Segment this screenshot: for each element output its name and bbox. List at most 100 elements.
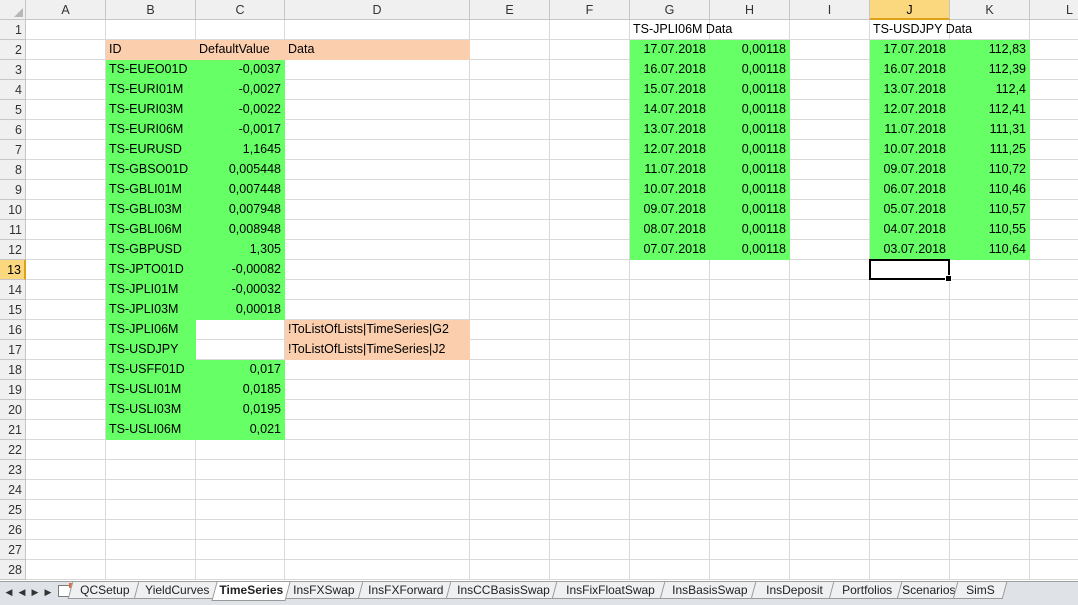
cell-e20[interactable] — [470, 400, 550, 420]
cell-c5[interactable]: -0,0022 — [196, 100, 285, 120]
cell-a19[interactable] — [26, 380, 106, 400]
row-header-15[interactable]: 15 — [0, 300, 26, 320]
cell-e26[interactable] — [470, 520, 550, 540]
cell-d20[interactable] — [285, 400, 470, 420]
sheet-tab-insfixfloatswap[interactable]: InsFixFloatSwap — [551, 582, 669, 599]
row-header-2[interactable]: 2 — [0, 40, 26, 60]
cell-g14[interactable] — [630, 280, 710, 300]
cell-h11[interactable]: 0,00118 — [710, 220, 790, 240]
cell-g12[interactable]: 07.07.2018 — [630, 240, 710, 260]
cell-d13[interactable] — [285, 260, 470, 280]
cell-c27[interactable] — [196, 540, 285, 560]
row-header-19[interactable]: 19 — [0, 380, 26, 400]
cell-d14[interactable] — [285, 280, 470, 300]
row-header-8[interactable]: 8 — [0, 160, 26, 180]
cell-e28[interactable] — [470, 560, 550, 580]
cell-k11[interactable]: 110,55 — [950, 220, 1030, 240]
cell-e13[interactable] — [470, 260, 550, 280]
cell-i16[interactable] — [790, 320, 870, 340]
row-header-12[interactable]: 12 — [0, 240, 26, 260]
select-all-corner[interactable] — [0, 0, 26, 20]
cell-h12[interactable]: 0,00118 — [710, 240, 790, 260]
cell-a7[interactable] — [26, 140, 106, 160]
cell-e14[interactable] — [470, 280, 550, 300]
cell-i15[interactable] — [790, 300, 870, 320]
row-header-14[interactable]: 14 — [0, 280, 26, 300]
cell-h17[interactable] — [710, 340, 790, 360]
cell-c28[interactable] — [196, 560, 285, 580]
cell-k4[interactable]: 112,4 — [950, 80, 1030, 100]
cell-e9[interactable] — [470, 180, 550, 200]
cell-b25[interactable] — [106, 500, 196, 520]
cell-h18[interactable] — [710, 360, 790, 380]
cell-h16[interactable] — [710, 320, 790, 340]
column-header-k[interactable]: K — [950, 0, 1030, 20]
cell-c16[interactable] — [196, 320, 285, 340]
row-header-10[interactable]: 10 — [0, 200, 26, 220]
cell-e4[interactable] — [470, 80, 550, 100]
cell-a18[interactable] — [26, 360, 106, 380]
cell-e1[interactable] — [470, 20, 550, 40]
cell-b8[interactable]: TS-GBSO01D — [106, 160, 196, 180]
cell-d16[interactable]: !ToListOfLists|TimeSeries|G2 — [285, 320, 470, 340]
cell-f7[interactable] — [550, 140, 630, 160]
cell-g9[interactable]: 10.07.2018 — [630, 180, 710, 200]
cell-e16[interactable] — [470, 320, 550, 340]
cell-b19[interactable]: TS-USLI01M — [106, 380, 196, 400]
cell-c4[interactable]: -0,0027 — [196, 80, 285, 100]
row-header-4[interactable]: 4 — [0, 80, 26, 100]
cell-h4[interactable]: 0,00118 — [710, 80, 790, 100]
cell-j15[interactable] — [870, 300, 950, 320]
cell-l8[interactable] — [1030, 160, 1078, 180]
cell-a21[interactable] — [26, 420, 106, 440]
cell-i19[interactable] — [790, 380, 870, 400]
fill-handle[interactable] — [945, 275, 952, 282]
row-header-18[interactable]: 18 — [0, 360, 26, 380]
cell-d11[interactable] — [285, 220, 470, 240]
cell-b17[interactable]: TS-USDJPY — [106, 340, 196, 360]
cell-b6[interactable]: TS-EURI06M — [106, 120, 196, 140]
cell-k2[interactable]: 112,83 — [950, 40, 1030, 60]
cell-a24[interactable] — [26, 480, 106, 500]
cell-j12[interactable]: 03.07.2018 — [870, 240, 950, 260]
cell-h27[interactable] — [710, 540, 790, 560]
prev-sheet-icon[interactable]: ◀ — [17, 585, 27, 599]
cell-g13[interactable] — [630, 260, 710, 280]
column-header-f[interactable]: F — [550, 0, 630, 20]
column-header-j[interactable]: J — [870, 0, 950, 20]
cell-g5[interactable]: 14.07.2018 — [630, 100, 710, 120]
cell-f16[interactable] — [550, 320, 630, 340]
cell-d17[interactable]: !ToListOfLists|TimeSeries|J2 — [285, 340, 470, 360]
cell-c19[interactable]: 0,0185 — [196, 380, 285, 400]
cell-f11[interactable] — [550, 220, 630, 240]
cell-h13[interactable] — [710, 260, 790, 280]
cell-i4[interactable] — [790, 80, 870, 100]
cell-g18[interactable] — [630, 360, 710, 380]
cell-d1[interactable] — [285, 20, 470, 40]
cell-c23[interactable] — [196, 460, 285, 480]
cell-f4[interactable] — [550, 80, 630, 100]
cell-k8[interactable]: 110,72 — [950, 160, 1030, 180]
cell-l11[interactable] — [1030, 220, 1078, 240]
cell-a28[interactable] — [26, 560, 106, 580]
column-header-l[interactable]: L — [1030, 0, 1078, 20]
row-header-17[interactable]: 17 — [0, 340, 26, 360]
cell-f25[interactable] — [550, 500, 630, 520]
cell-c9[interactable]: 0,007448 — [196, 180, 285, 200]
sheet-tab-portfolios[interactable]: Portfolios — [828, 582, 906, 599]
cell-j6[interactable]: 11.07.2018 — [870, 120, 950, 140]
cell-k22[interactable] — [950, 440, 1030, 460]
cell-i28[interactable] — [790, 560, 870, 580]
cell-e2[interactable] — [470, 40, 550, 60]
cell-i7[interactable] — [790, 140, 870, 160]
cell-l6[interactable] — [1030, 120, 1078, 140]
cell-i27[interactable] — [790, 540, 870, 560]
cell-a16[interactable] — [26, 320, 106, 340]
cell-g8[interactable]: 11.07.2018 — [630, 160, 710, 180]
cell-h10[interactable]: 0,00118 — [710, 200, 790, 220]
cell-a8[interactable] — [26, 160, 106, 180]
row-header-23[interactable]: 23 — [0, 460, 26, 480]
cell-j21[interactable] — [870, 420, 950, 440]
cell-g1[interactable]: TS-JPLI06M Data — [630, 20, 732, 40]
cell-g26[interactable] — [630, 520, 710, 540]
